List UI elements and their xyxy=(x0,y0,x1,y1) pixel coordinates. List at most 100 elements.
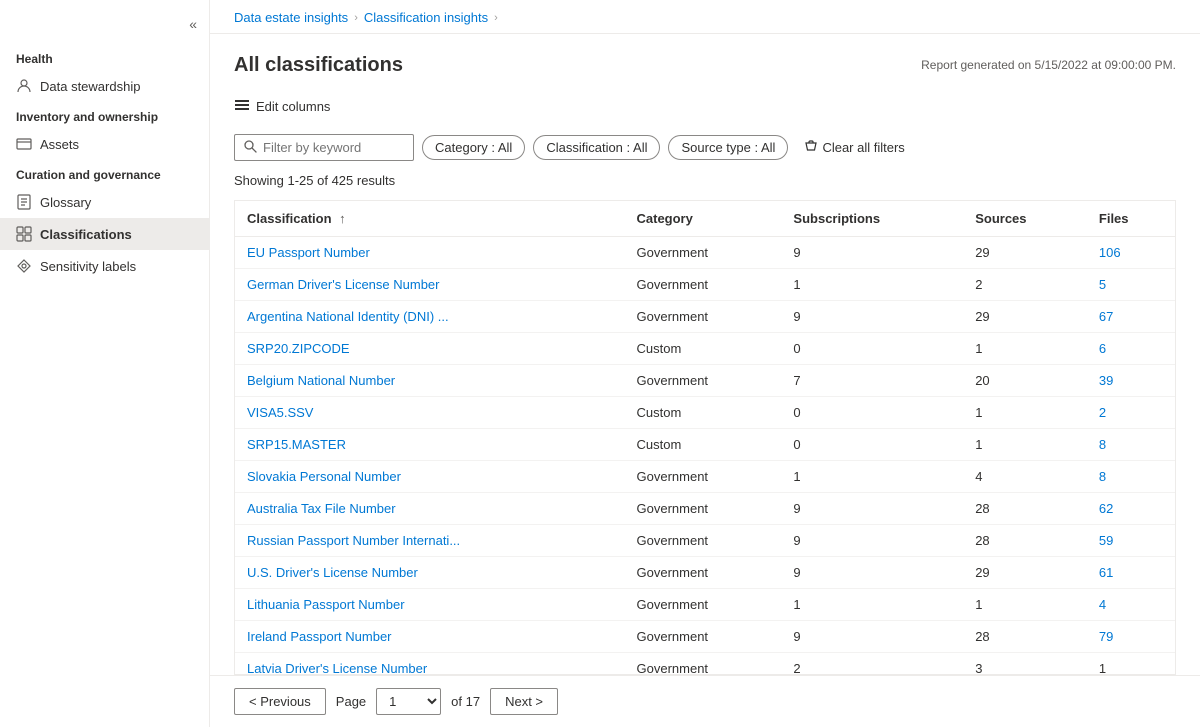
table-row: Ireland Passport Number Government 9 28 … xyxy=(235,621,1175,653)
filter-keyword-container xyxy=(234,134,414,161)
glossary-icon xyxy=(16,194,32,210)
sidebar-item-data-stewardship[interactable]: Data stewardship xyxy=(0,70,209,102)
cell-sources: 28 xyxy=(963,493,1087,525)
cell-subscriptions: 9 xyxy=(781,557,963,589)
cell-classification[interactable]: EU Passport Number xyxy=(235,237,625,269)
cell-subscriptions: 9 xyxy=(781,621,963,653)
table-container[interactable]: Classification ↑ Category Subscriptions … xyxy=(234,200,1176,675)
col-category[interactable]: Category xyxy=(625,201,782,237)
sidebar-collapse-area: « xyxy=(0,8,209,44)
sidebar: « Health Data stewardship Inventory and … xyxy=(0,0,210,727)
cell-classification[interactable]: VISA5.SSV xyxy=(235,397,625,429)
cell-files[interactable]: 59 xyxy=(1087,525,1175,557)
sidebar-item-label-sensitivity: Sensitivity labels xyxy=(40,259,136,274)
clear-filters-icon xyxy=(804,139,818,156)
cell-classification[interactable]: Belgium National Number xyxy=(235,365,625,397)
sidebar-section-inventory: Inventory and ownership xyxy=(0,102,209,128)
table-row: Russian Passport Number Internati... Gov… xyxy=(235,525,1175,557)
table-row: German Driver's License Number Governmen… xyxy=(235,269,1175,301)
cell-classification[interactable]: Argentina National Identity (DNI) ... xyxy=(235,301,625,333)
cell-classification[interactable]: SRP20.ZIPCODE xyxy=(235,333,625,365)
cell-sources: 2 xyxy=(963,269,1087,301)
cell-classification[interactable]: Ireland Passport Number xyxy=(235,621,625,653)
col-files-label: Files xyxy=(1099,211,1129,226)
cell-files[interactable]: 61 xyxy=(1087,557,1175,589)
cell-classification[interactable]: Russian Passport Number Internati... xyxy=(235,525,625,557)
cell-files[interactable]: 5 xyxy=(1087,269,1175,301)
sidebar-item-glossary[interactable]: Glossary xyxy=(0,186,209,218)
cell-files[interactable]: 39 xyxy=(1087,365,1175,397)
col-subscriptions-label: Subscriptions xyxy=(793,211,880,226)
next-button[interactable]: Next > xyxy=(490,688,558,715)
page-select[interactable]: 1234567891011121314151617 xyxy=(376,688,441,715)
cell-sources: 4 xyxy=(963,461,1087,493)
cell-sources: 1 xyxy=(963,589,1087,621)
cell-subscriptions: 9 xyxy=(781,237,963,269)
cell-sources: 1 xyxy=(963,397,1087,429)
cell-files[interactable]: 62 xyxy=(1087,493,1175,525)
table-row: Lithuania Passport Number Government 1 1… xyxy=(235,589,1175,621)
cell-classification[interactable]: German Driver's License Number xyxy=(235,269,625,301)
clear-filters-button[interactable]: Clear all filters xyxy=(796,135,912,160)
breadcrumb-data-estate[interactable]: Data estate insights xyxy=(234,10,348,25)
col-sources[interactable]: Sources xyxy=(963,201,1087,237)
source-type-filter[interactable]: Source type : All xyxy=(668,135,788,160)
table-header-row: Classification ↑ Category Subscriptions … xyxy=(235,201,1175,237)
cell-sources: 28 xyxy=(963,621,1087,653)
classifications-icon xyxy=(16,226,32,242)
of-label: of 17 xyxy=(451,694,480,709)
report-time: Report generated on 5/15/2022 at 09:00:0… xyxy=(921,58,1176,72)
cell-files[interactable]: 6 xyxy=(1087,333,1175,365)
cell-files[interactable]: 106 xyxy=(1087,237,1175,269)
cell-files[interactable]: 8 xyxy=(1087,461,1175,493)
cell-files[interactable]: 2 xyxy=(1087,397,1175,429)
classification-filter[interactable]: Classification : All xyxy=(533,135,660,160)
sidebar-collapse-button[interactable]: « xyxy=(185,12,201,36)
col-subscriptions[interactable]: Subscriptions xyxy=(781,201,963,237)
cell-subscriptions: 2 xyxy=(781,653,963,676)
cell-files[interactable]: 79 xyxy=(1087,621,1175,653)
cell-category: Custom xyxy=(625,429,782,461)
page-header: All classifications Report generated on … xyxy=(234,54,1176,77)
sidebar-item-sensitivity-labels[interactable]: Sensitivity labels xyxy=(0,250,209,282)
cell-subscriptions: 0 xyxy=(781,397,963,429)
table-row: VISA5.SSV Custom 0 1 2 xyxy=(235,397,1175,429)
cell-classification[interactable]: Australia Tax File Number xyxy=(235,493,625,525)
cell-classification[interactable]: SRP15.MASTER xyxy=(235,429,625,461)
sidebar-item-label-glossary: Glossary xyxy=(40,195,91,210)
sidebar-item-classifications[interactable]: Classifications xyxy=(0,218,209,250)
breadcrumb-classification-insights[interactable]: Classification insights xyxy=(364,10,488,25)
cell-subscriptions: 1 xyxy=(781,589,963,621)
cell-classification[interactable]: U.S. Driver's License Number xyxy=(235,557,625,589)
table-row: SRP15.MASTER Custom 0 1 8 xyxy=(235,429,1175,461)
cell-subscriptions: 1 xyxy=(781,461,963,493)
cell-category: Government xyxy=(625,621,782,653)
breadcrumb-sep-1: › xyxy=(354,12,358,24)
keyword-input[interactable] xyxy=(263,140,403,155)
cell-subscriptions: 9 xyxy=(781,493,963,525)
sort-asc-icon: ↑ xyxy=(339,211,346,226)
cell-files[interactable]: 8 xyxy=(1087,429,1175,461)
category-filter[interactable]: Category : All xyxy=(422,135,525,160)
breadcrumb: Data estate insights › Classification in… xyxy=(210,0,1200,34)
table-row: Australia Tax File Number Government 9 2… xyxy=(235,493,1175,525)
cell-classification[interactable]: Lithuania Passport Number xyxy=(235,589,625,621)
edit-columns-button[interactable]: Edit columns xyxy=(234,93,1176,120)
assets-icon xyxy=(16,136,32,152)
edit-columns-label: Edit columns xyxy=(256,99,330,114)
sidebar-item-assets[interactable]: Assets xyxy=(0,128,209,160)
cell-classification[interactable]: Latvia Driver's License Number xyxy=(235,653,625,676)
cell-sources: 20 xyxy=(963,365,1087,397)
col-classification[interactable]: Classification ↑ xyxy=(235,201,625,237)
cell-category: Government xyxy=(625,461,782,493)
cell-files[interactable]: 67 xyxy=(1087,301,1175,333)
sidebar-item-label-assets: Assets xyxy=(40,137,79,152)
cell-category: Government xyxy=(625,557,782,589)
previous-button[interactable]: < Previous xyxy=(234,688,326,715)
cell-category: Government xyxy=(625,365,782,397)
cell-classification[interactable]: Slovakia Personal Number xyxy=(235,461,625,493)
table-row: EU Passport Number Government 9 29 106 xyxy=(235,237,1175,269)
cell-files[interactable]: 4 xyxy=(1087,589,1175,621)
col-files[interactable]: Files xyxy=(1087,201,1175,237)
cell-category: Government xyxy=(625,237,782,269)
